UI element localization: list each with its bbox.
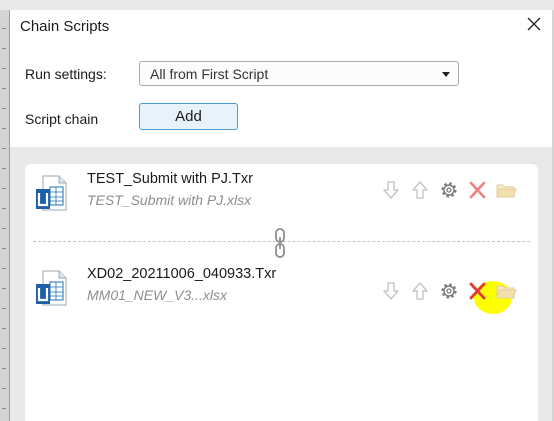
script-item: XD02_20211006_040933.Txr MM01_NEW_V3...x… [25,264,538,324]
script-chain-panel: TEST_Submit with PJ.Txr TEST_Submit with… [10,147,552,421]
folder-icon [496,184,517,198]
delete-icon [469,282,486,300]
add-button[interactable]: Add [139,103,238,130]
run-settings-select[interactable]: All from First Script [139,61,459,86]
move-up-button[interactable] [409,280,431,302]
open-folder-button[interactable] [495,179,517,201]
gear-icon [441,182,457,198]
chain-scripts-dialog: Chain Scripts Run settings: All from Fir… [9,10,552,421]
script-data-file: MM01_NEW_V3...xlsx [87,287,228,303]
close-icon [527,17,541,31]
arrow-up-icon [412,181,428,199]
script-data-file: TEST_Submit with PJ.xlsx [87,192,252,208]
settings-button[interactable] [438,179,460,201]
folder-icon [496,285,517,299]
open-folder-button[interactable] [495,280,517,302]
script-name: TEST_Submit with PJ.Txr [87,171,253,187]
arrow-up-icon [412,282,428,300]
dialog-title: Chain Scripts [20,18,110,35]
arrow-down-icon [383,282,399,300]
script-list: TEST_Submit with PJ.Txr TEST_Submit with… [25,164,538,421]
close-button[interactable] [522,12,546,36]
move-down-button[interactable] [380,179,402,201]
run-settings-value: All from First Script [150,66,269,82]
script-chain-label: Script chain [25,111,99,127]
delete-button[interactable] [466,280,488,302]
run-settings-label: Run settings: [25,66,107,82]
delete-button[interactable] [466,179,488,201]
chevron-down-icon [442,72,450,77]
script-item: TEST_Submit with PJ.Txr TEST_Submit with… [25,169,538,229]
arrow-down-icon [383,181,399,199]
file-icon [36,175,67,211]
move-down-button[interactable] [380,280,402,302]
delete-icon [469,181,486,199]
move-up-button[interactable] [409,179,431,201]
chain-link-icon [275,228,285,258]
gear-icon [441,283,457,299]
script-name: XD02_20211006_040933.Txr [87,266,277,282]
file-icon [36,270,67,306]
settings-button[interactable] [438,280,460,302]
